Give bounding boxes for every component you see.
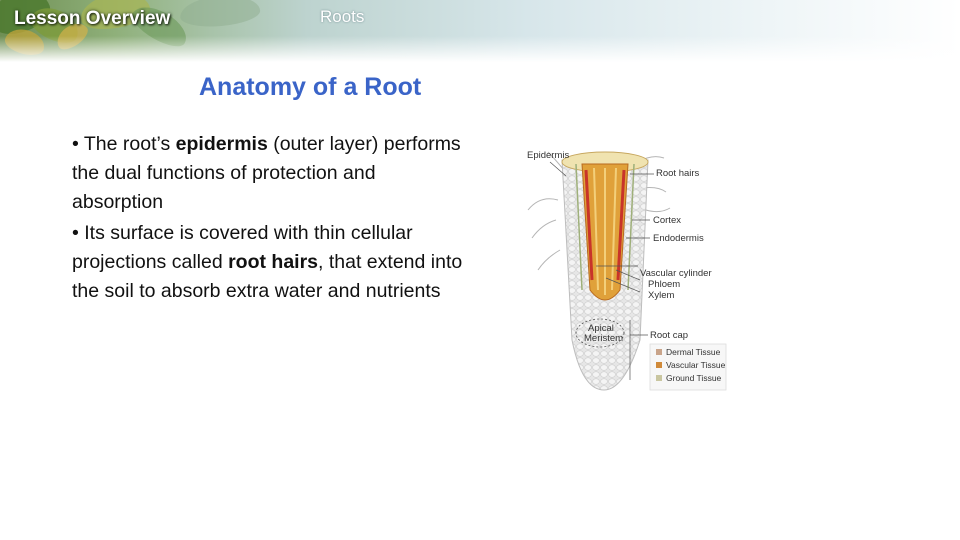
- bullet-item: • Its surface is covered with thin cellu…: [72, 219, 472, 306]
- root-cap-label: Root cap: [650, 330, 688, 341]
- legend-label: Vascular Tissue: [666, 360, 726, 370]
- legend-swatch-dermal: [656, 349, 662, 355]
- root-hairs-label: Root hairs: [656, 168, 700, 179]
- lesson-overview-label: Lesson Overview: [14, 8, 171, 29]
- cortex-label: Cortex: [653, 215, 681, 226]
- legend-swatch-vascular: [656, 362, 662, 368]
- slide-title: Anatomy of a Root: [199, 73, 422, 101]
- bullet-emphasis: epidermis: [175, 133, 268, 155]
- bullet-text: • The root’s: [72, 133, 176, 155]
- legend-swatch-ground: [656, 375, 662, 381]
- legend-label: Dermal Tissue: [666, 347, 721, 357]
- topic-title: Roots: [320, 7, 365, 26]
- phloem-label: Phloem: [648, 279, 680, 290]
- epidermis-label: Epidermis: [527, 150, 569, 161]
- foliage-decoration: [178, 0, 262, 30]
- tissue-legend: Dermal Tissue Vascular Tissue Ground Tis…: [649, 343, 727, 391]
- apical-meristem-label: Meristem: [584, 333, 623, 344]
- xylem-label: Xylem: [648, 290, 674, 301]
- vascular-cylinder-label: Vascular cylinder: [640, 268, 712, 279]
- root-diagram: Apical Meristem Epidermis Root hairs Cor…: [527, 150, 727, 391]
- legend-label: Ground Tissue: [666, 373, 722, 383]
- bullet-item: • The root’s epidermis (outer layer) per…: [72, 130, 472, 217]
- bullet-list: • The root’s epidermis (outer layer) per…: [72, 130, 472, 308]
- bullet-emphasis: root hairs: [228, 251, 319, 273]
- root-anatomy-figure: Apical Meristem Epidermis Root hairs Cor…: [520, 140, 745, 400]
- endodermis-label: Endodermis: [653, 233, 704, 244]
